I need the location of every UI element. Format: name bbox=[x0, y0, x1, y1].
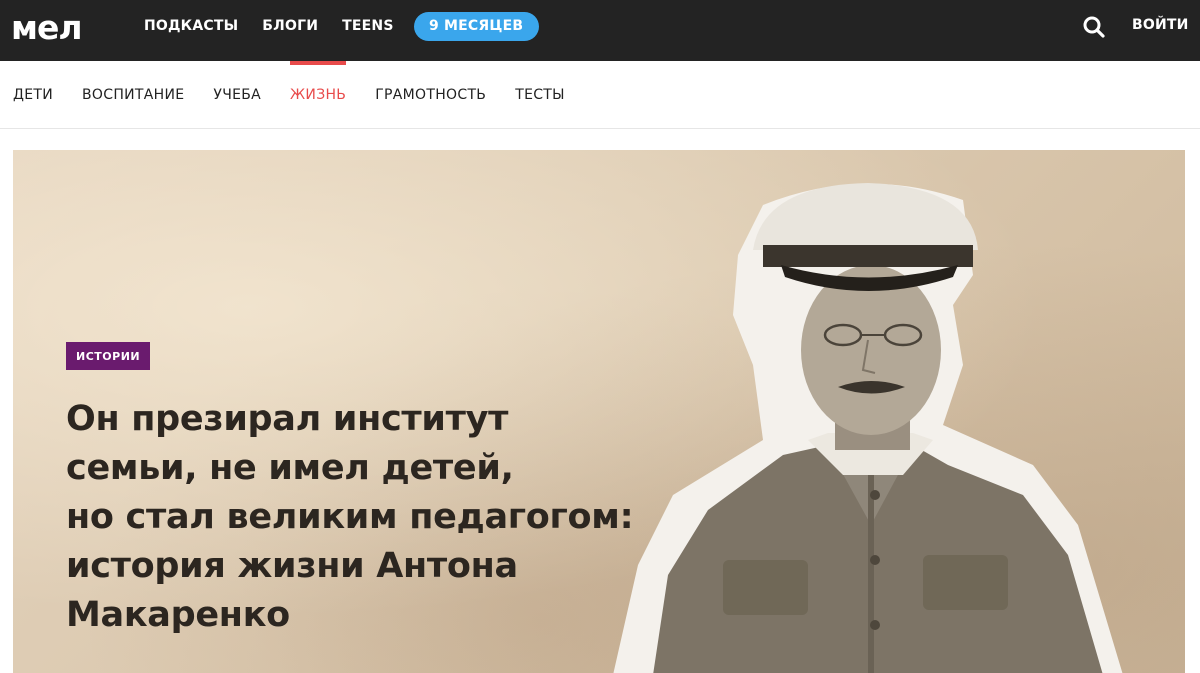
title-line: но стал великим педагогом: bbox=[66, 497, 634, 537]
site-logo[interactable]: мел bbox=[11, 10, 83, 46]
section-children[interactable]: ДЕТИ bbox=[13, 61, 53, 129]
nav-podcasts[interactable]: ПОДКАСТЫ bbox=[144, 18, 238, 34]
top-nav: ПОДКАСТЫ БЛОГИ TEENS 9 МЕСЯЦЕВ bbox=[144, 0, 539, 52]
portrait-illustration bbox=[613, 183, 1123, 673]
title-line: семьи, не имел детей, bbox=[66, 448, 514, 488]
hero-article-card[interactable]: ИСТОРИИ Он презирал институт семьи, не и… bbox=[13, 150, 1185, 673]
title-line: Макаренко bbox=[66, 595, 290, 635]
section-upbringing[interactable]: ВОСПИТАНИЕ bbox=[82, 61, 184, 129]
top-bar: мел ПОДКАСТЫ БЛОГИ TEENS 9 МЕСЯЦЕВ ВОЙТИ bbox=[0, 0, 1200, 61]
section-literacy[interactable]: ГРАМОТНОСТЬ bbox=[375, 61, 486, 129]
promo-9-months-button[interactable]: 9 МЕСЯЦЕВ bbox=[413, 11, 539, 41]
nav-blogs[interactable]: БЛОГИ bbox=[262, 18, 318, 34]
section-study[interactable]: УЧЕБА bbox=[213, 61, 261, 129]
section-tests[interactable]: ТЕСТЫ bbox=[515, 61, 565, 129]
section-nav: ДЕТИ ВОСПИТАНИЕ УЧЕБА ЖИЗНЬ ГРАМОТНОСТЬ … bbox=[0, 61, 1200, 129]
category-tag[interactable]: ИСТОРИИ bbox=[66, 342, 151, 370]
article-title[interactable]: Он презирал институт семьи, не имел дете… bbox=[66, 395, 666, 640]
search-icon[interactable] bbox=[1083, 16, 1105, 38]
nav-teens[interactable]: TEENS bbox=[342, 18, 393, 34]
login-button[interactable]: ВОЙТИ bbox=[1132, 17, 1189, 33]
section-life[interactable]: ЖИЗНЬ bbox=[290, 61, 347, 129]
title-line: история жизни Антона bbox=[66, 546, 518, 586]
title-line: Он презирал институт bbox=[66, 399, 509, 439]
